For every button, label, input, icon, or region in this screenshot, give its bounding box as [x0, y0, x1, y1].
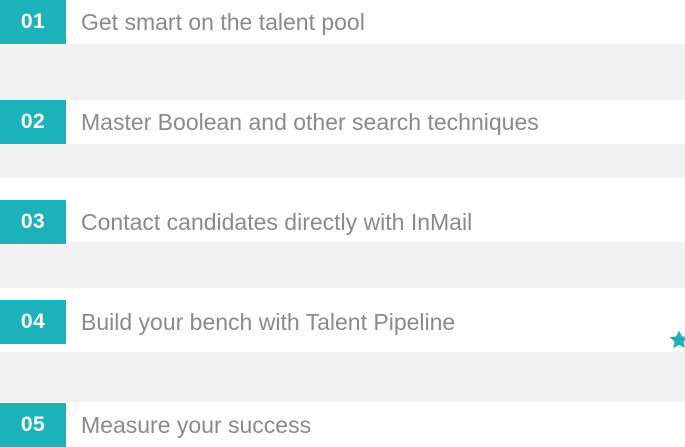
step-number: 04: [0, 300, 66, 344]
step-label: Contact candidates directly with InMail: [81, 208, 473, 235]
list-item-step-05: 05 Measure your success: [0, 403, 685, 447]
step-label: Build your bench with Talent Pipeline: [81, 308, 456, 335]
step-number: 05: [0, 403, 66, 447]
step-label: Measure your success: [81, 411, 312, 438]
steps-list: 01 Get smart on the talent pool 02 Maste…: [0, 0, 685, 447]
list-item-step-02: 02 Master Boolean and other search techn…: [0, 100, 685, 144]
list-item-step-01: 01 Get smart on the talent pool: [0, 0, 685, 44]
list-item-step-04: 04 Build your bench with Talent Pipeline: [0, 300, 685, 344]
list-item-step-03: 03 Contact candidates directly with InMa…: [0, 200, 685, 244]
separator-band: [0, 242, 685, 288]
step-label: Get smart on the talent pool: [81, 8, 365, 35]
step-number: 01: [0, 0, 66, 44]
step-label: Master Boolean and other search techniqu…: [81, 108, 539, 135]
step-number: 03: [0, 200, 66, 244]
star-icon: [669, 330, 685, 349]
separator-band: [0, 352, 685, 402]
step-number: 02: [0, 100, 66, 144]
separator-band: [0, 44, 685, 100]
separator-band: [0, 144, 685, 178]
